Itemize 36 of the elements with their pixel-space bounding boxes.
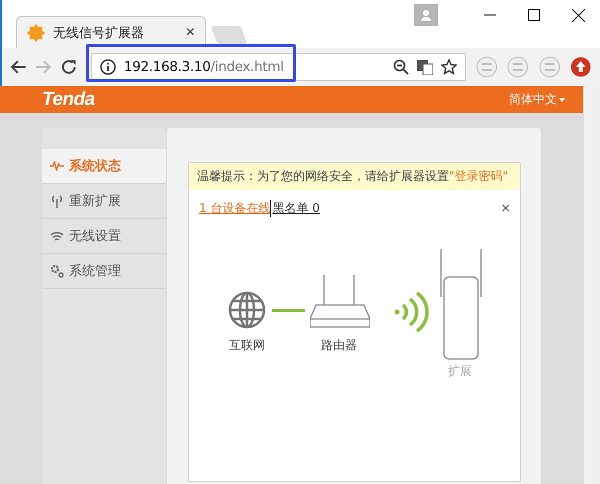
- router-drawing: [310, 275, 370, 329]
- zoom-out-icon[interactable]: [392, 59, 409, 75]
- sidebar-item[interactable]: 系统管理: [42, 254, 166, 289]
- close-tab-button[interactable]: ×: [186, 24, 195, 42]
- antenna-icon: [50, 194, 64, 208]
- tenda-favicon-icon: [27, 24, 45, 42]
- globe-icon: [228, 291, 266, 329]
- star-icon[interactable]: [440, 59, 457, 75]
- url-text: 192.168.3.10/index.html: [124, 59, 285, 75]
- internet-label: 互联网: [229, 337, 265, 354]
- gear-icon: [50, 264, 64, 278]
- upload-icon[interactable]: [570, 56, 592, 78]
- caret-icon: [559, 98, 565, 102]
- online-devices-link[interactable]: 1 台设备在线: [199, 200, 270, 217]
- extender-label: 扩展: [448, 363, 472, 380]
- tab-title: 无线信号扩展器: [53, 24, 145, 42]
- maximize-icon[interactable]: [528, 9, 540, 21]
- wifi-icon: [50, 230, 64, 242]
- sidebar-item[interactable]: 重新扩展: [42, 184, 166, 219]
- reload-icon[interactable]: [61, 59, 77, 75]
- translate-icon[interactable]: [416, 59, 433, 75]
- tenda-logo: Tenda: [42, 88, 95, 110]
- address-bar[interactable]: 192.168.3.10/index.html: [90, 53, 466, 81]
- password-notice: 温馨提示：为了您的网络安全，请给扩展器设置"登录密码": [189, 163, 520, 190]
- blacklist-link[interactable]: 黑名单 0: [270, 200, 320, 217]
- close-button[interactable]: ×: [501, 200, 510, 217]
- cable-line: [272, 309, 305, 312]
- back-icon[interactable]: [10, 60, 26, 74]
- scrollbar[interactable]: [583, 86, 600, 484]
- router-label: 路由器: [321, 337, 357, 354]
- pulse-icon: [50, 161, 64, 171]
- close-icon[interactable]: [572, 8, 584, 22]
- browser-tab[interactable]: 无线信号扩展器 ×: [16, 16, 206, 48]
- info-icon[interactable]: [100, 59, 116, 75]
- sidebar-item[interactable]: 无线设置: [42, 219, 166, 254]
- language-selector[interactable]: 简体中文: [503, 90, 571, 109]
